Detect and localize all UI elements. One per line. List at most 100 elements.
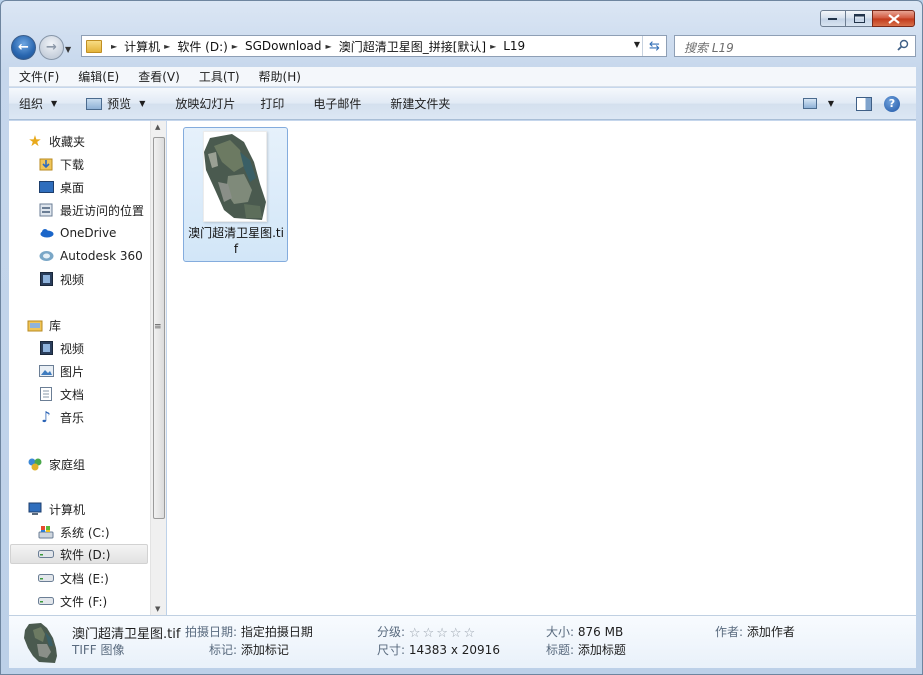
sidebar-label: 视频 xyxy=(60,341,85,356)
video-icon xyxy=(38,272,54,286)
sidebar-item-downloads[interactable]: 下载 xyxy=(38,154,84,174)
file-list[interactable]: 澳门超清卫星图.tif xyxy=(167,121,916,615)
refresh-icon: ⇆ xyxy=(649,38,660,54)
menu-file[interactable]: 文件(F) xyxy=(9,68,68,85)
sidebar-item-drive-d[interactable]: 软件 (D:) xyxy=(10,544,148,564)
file-name: 澳门超清卫星图.tif xyxy=(188,226,284,256)
search-icon[interactable] xyxy=(897,39,909,54)
sidebar-label: OneDrive xyxy=(60,226,117,240)
search-box[interactable]: 搜索 L19 xyxy=(674,35,916,57)
sidebar-item-recent[interactable]: 最近访问的位置 xyxy=(38,200,144,220)
view-dropdown-icon[interactable]: ▼ xyxy=(828,99,834,108)
star-icon[interactable]: ☆ xyxy=(450,626,462,641)
breadcrumb-computer[interactable]: 计算机 ► xyxy=(124,38,177,55)
details-tags[interactable]: 标记: 添加标记 xyxy=(209,641,289,658)
scroll-down-icon[interactable]: ▼ xyxy=(155,605,160,613)
sidebar-item-videos-fav[interactable]: 视频 xyxy=(38,269,84,289)
cloud-icon xyxy=(38,226,54,240)
sidebar-favorites[interactable]: ★ 收藏夹 xyxy=(27,131,85,151)
new-folder-label: 新建文件夹 xyxy=(390,97,451,111)
minimize-button[interactable] xyxy=(820,10,846,27)
sidebar-item-music[interactable]: ♪ 音乐 xyxy=(38,407,84,427)
address-bar[interactable]: ► 计算机 ► 软件 (D:) ► SGDownload ► 澳门超清卫星图_拼接[默… xyxy=(81,35,667,57)
details-thumbnail xyxy=(23,622,59,664)
sidebar-item-onedrive[interactable]: OneDrive xyxy=(38,223,116,243)
sidebar-item-desktop[interactable]: 桌面 xyxy=(38,177,84,197)
rating-stars[interactable]: ☆ ☆ ☆ ☆ ☆ xyxy=(409,626,475,641)
sidebar-item-pictures[interactable]: 图片 xyxy=(38,361,84,381)
details-title[interactable]: 标题: 添加标题 xyxy=(546,641,626,658)
sidebar-item-drive-f[interactable]: 文件 (F:) xyxy=(38,591,107,611)
chevron-right-icon[interactable]: ► xyxy=(111,42,117,51)
scroll-up-icon[interactable]: ▲ xyxy=(155,123,160,131)
navigation-pane: ★ 收藏夹 下载 桌面 最近访问的位置 OneDrive Autodesk 36… xyxy=(9,121,166,615)
command-toolbar: 组织 ▼ 预览 ▼ 放映幻灯片 打印 电子邮件 新建文件夹 ▼ ? xyxy=(9,88,916,120)
document-icon xyxy=(38,387,54,401)
back-button[interactable]: ← xyxy=(11,35,36,60)
breadcrumb-macau-folder[interactable]: 澳门超清卫星图_拼接[默认] ► xyxy=(339,38,504,55)
chevron-right-icon[interactable]: ► xyxy=(326,42,332,51)
forward-button[interactable]: → xyxy=(39,35,64,60)
breadcrumb-drive-d[interactable]: 软件 (D:) ► xyxy=(177,38,245,55)
file-item[interactable]: 澳门超清卫星图.tif xyxy=(183,127,288,262)
recent-pages-dropdown-icon[interactable]: ▼ xyxy=(65,45,71,54)
chevron-right-icon[interactable]: ► xyxy=(164,42,170,51)
sidebar-label: 下载 xyxy=(60,157,85,172)
sidebar-item-drive-e[interactable]: 文档 (E:) xyxy=(38,568,109,588)
music-note-icon: ♪ xyxy=(41,408,51,426)
details-rating[interactable]: 分级: ☆ ☆ ☆ ☆ ☆ xyxy=(377,623,475,641)
sidebar-item-videos[interactable]: 视频 xyxy=(38,338,84,358)
menu-help[interactable]: 帮助(H) xyxy=(249,68,310,85)
new-folder-button[interactable]: 新建文件夹 xyxy=(372,95,461,112)
breadcrumb-sgdownload[interactable]: SGDownload ► xyxy=(245,39,339,53)
sidebar-homegroup[interactable]: 家庭组 xyxy=(27,454,85,474)
homegroup-icon xyxy=(27,457,43,471)
breadcrumb-l19[interactable]: L19 xyxy=(503,39,525,53)
autodesk-icon xyxy=(38,249,54,263)
slideshow-button[interactable]: 放映幻灯片 xyxy=(156,95,246,112)
menu-view[interactable]: 查看(V) xyxy=(128,68,189,85)
change-view-button[interactable] xyxy=(802,98,817,109)
chevron-down-icon: ▼ xyxy=(51,99,58,108)
close-button[interactable] xyxy=(872,10,915,27)
preview-pane-button[interactable] xyxy=(856,96,872,111)
sidebar-scrollbar[interactable]: ▲ ≡ ▼ xyxy=(150,121,166,615)
minimize-icon xyxy=(828,17,837,20)
chevron-down-icon: ▼ xyxy=(139,99,146,108)
address-dropdown-icon[interactable]: ▼ xyxy=(634,40,640,49)
file-thumbnail xyxy=(203,131,267,222)
help-icon[interactable]: ? xyxy=(884,95,900,112)
details-size: 大小: 876 MB xyxy=(546,625,624,639)
preview-button[interactable]: 预览 ▼ xyxy=(68,95,156,112)
sidebar-computer[interactable]: 计算机 xyxy=(27,499,85,519)
video-icon xyxy=(38,341,54,355)
sidebar-libraries[interactable]: 库 xyxy=(27,315,61,335)
star-icon[interactable]: ☆ xyxy=(409,626,421,641)
menu-tools[interactable]: 工具(T) xyxy=(189,68,249,85)
preview-label: 预览 xyxy=(107,97,132,111)
chevron-right-icon[interactable]: ► xyxy=(490,42,496,51)
sidebar-label: 文档 (E:) xyxy=(60,571,109,586)
refresh-button[interactable]: ⇆ xyxy=(642,36,666,56)
details-date-taken[interactable]: 拍摄日期: 指定拍摄日期 xyxy=(185,623,313,640)
maximize-button[interactable] xyxy=(846,10,872,27)
chevron-right-icon[interactable]: ► xyxy=(232,42,238,51)
email-button[interactable]: 电子邮件 xyxy=(295,95,372,112)
sidebar-label: 最近访问的位置 xyxy=(60,203,145,218)
print-button[interactable]: 打印 xyxy=(246,95,295,112)
system-drive-icon xyxy=(38,525,54,539)
organize-button[interactable]: 组织 ▼ xyxy=(9,95,68,112)
back-arrow-icon: ← xyxy=(18,40,29,55)
star-icon[interactable]: ☆ xyxy=(436,626,448,641)
star-icon[interactable]: ☆ xyxy=(423,626,435,641)
sidebar-item-autodesk[interactable]: Autodesk 360 xyxy=(38,246,143,266)
sidebar-item-drive-c[interactable]: 系统 (C:) xyxy=(38,522,110,542)
menu-edit[interactable]: 编辑(E) xyxy=(68,68,128,85)
star-icon[interactable]: ☆ xyxy=(464,626,476,641)
sidebar-item-documents[interactable]: 文档 xyxy=(38,384,84,404)
print-label: 打印 xyxy=(260,97,285,111)
details-author[interactable]: 作者: 添加作者 xyxy=(715,623,795,640)
details-filetype: TIFF 图像 xyxy=(72,643,125,657)
sidebar-label: 库 xyxy=(49,318,62,333)
hard-drive-icon xyxy=(38,571,54,585)
